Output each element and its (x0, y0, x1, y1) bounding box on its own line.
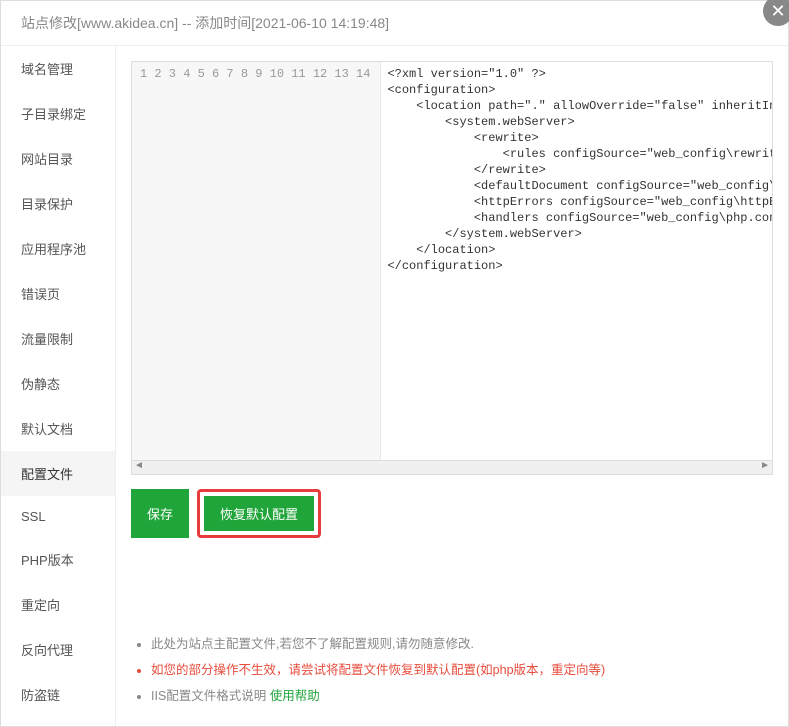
code-editor[interactable]: 1 2 3 4 5 6 7 8 9 10 11 12 13 14 <?xml v… (131, 61, 773, 461)
sidebar-item[interactable]: 配置文件 (1, 451, 115, 496)
code-content[interactable]: <?xml version="1.0" ?> <configuration> <… (381, 62, 772, 460)
sidebar-item[interactable]: SSL (1, 496, 115, 537)
note-warning: 如您的部分操作不生效，请尝试将配置文件恢复到默认配置(如php版本，重定向等) (151, 659, 773, 678)
sidebar-item[interactable]: 应用程序池 (1, 226, 115, 271)
line-numbers: 1 2 3 4 5 6 7 8 9 10 11 12 13 14 (132, 62, 381, 460)
sidebar: 域名管理子目录绑定网站目录目录保护应用程序池错误页流量限制伪静态默认文档配置文件… (1, 46, 116, 726)
help-link[interactable]: 使用帮助 (270, 689, 320, 703)
sidebar-item[interactable]: 反向代理 (1, 627, 115, 672)
sidebar-item[interactable]: 域名管理 (1, 46, 115, 91)
note-info: 此处为站点主配置文件,若您不了解配置规则,请勿随意修改. (151, 633, 773, 652)
note-help: IIS配置文件格式说明 使用帮助 (151, 685, 773, 704)
sidebar-item[interactable]: PHP版本 (1, 537, 115, 582)
sidebar-item[interactable]: 错误页 (1, 271, 115, 316)
restore-highlight: 恢复默认配置 (197, 489, 321, 538)
horizontal-scrollbar[interactable] (131, 461, 773, 475)
save-button[interactable]: 保存 (131, 489, 189, 538)
content-area: 1 2 3 4 5 6 7 8 9 10 11 12 13 14 <?xml v… (116, 46, 788, 726)
sidebar-item[interactable]: 流量限制 (1, 316, 115, 361)
sidebar-item[interactable]: 目录保护 (1, 181, 115, 226)
note-help-prefix: IIS配置文件格式说明 (151, 689, 270, 703)
sidebar-item[interactable]: 子目录绑定 (1, 91, 115, 136)
sidebar-item[interactable]: 防盗链 (1, 672, 115, 717)
notes: 此处为站点主配置文件,若您不了解配置规则,请勿随意修改. 如您的部分操作不生效，… (131, 633, 773, 711)
sidebar-item[interactable]: 重定向 (1, 582, 115, 627)
restore-default-button[interactable]: 恢复默认配置 (204, 496, 314, 531)
modal-title: 站点修改[www.akidea.cn] -- 添加时间[2021-06-10 1… (1, 1, 788, 46)
sidebar-item[interactable]: 伪静态 (1, 361, 115, 406)
sidebar-item[interactable]: 默认文档 (1, 406, 115, 451)
action-bar: 保存 恢复默认配置 (131, 489, 773, 538)
sidebar-item[interactable]: 网站目录 (1, 136, 115, 181)
modal-body: 域名管理子目录绑定网站目录目录保护应用程序池错误页流量限制伪静态默认文档配置文件… (1, 46, 788, 726)
site-edit-modal: ✕ 站点修改[www.akidea.cn] -- 添加时间[2021-06-10… (0, 0, 789, 727)
sidebar-item[interactable]: 响应日志 (1, 717, 115, 726)
